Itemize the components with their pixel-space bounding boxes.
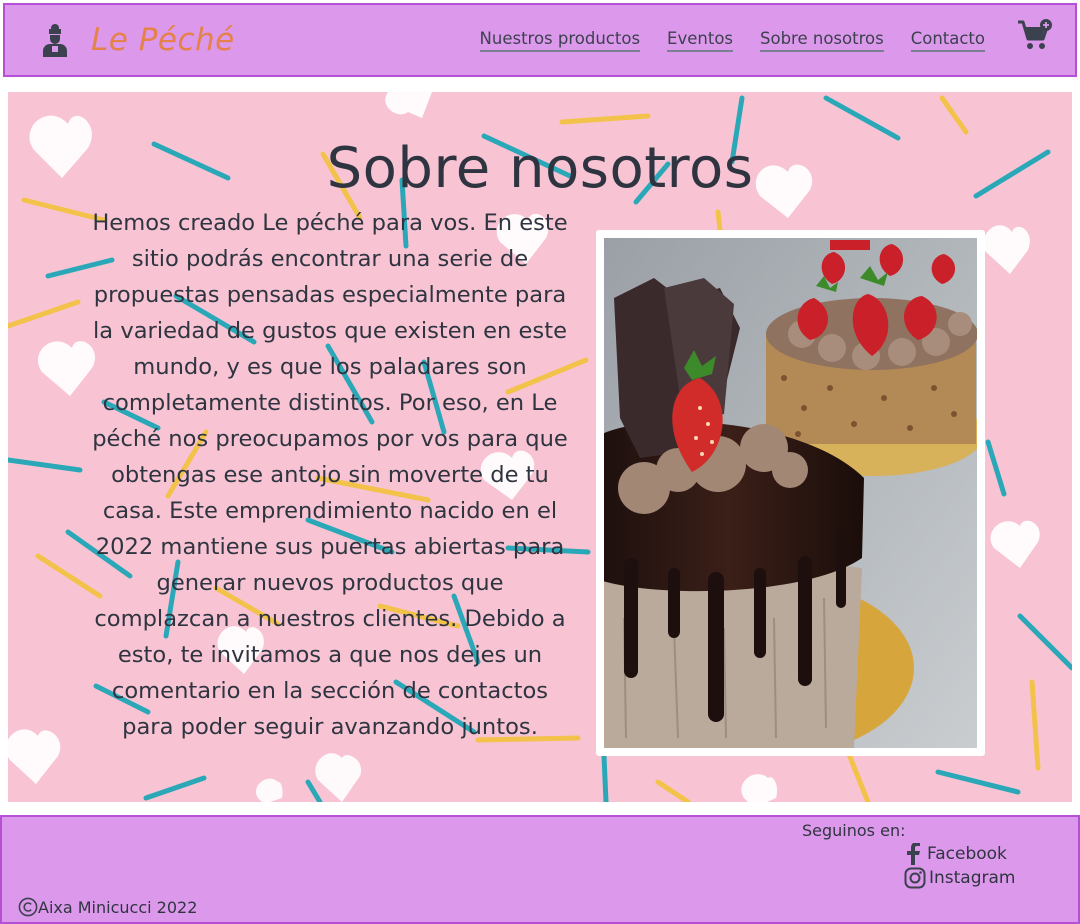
chef-icon (43, 24, 67, 57)
instagram-icon (904, 867, 926, 889)
site-header: Le Péché Nuestros productos Eventos Sobr… (3, 3, 1077, 77)
instagram-link[interactable]: Instagram (904, 867, 1016, 889)
copyright-text: Aixa Minicucci 2022 (38, 897, 198, 917)
copyright: Aixa Minicucci 2022 (18, 897, 197, 917)
site-footer: Seguinos en: Facebook Instagram Aixa Min… (0, 815, 1080, 924)
follow-label: Seguinos en: (802, 821, 906, 840)
about-paragraph: Hemos creado Le péché para vos. En este … (92, 210, 568, 740)
cake-photo-frame (596, 230, 985, 756)
instagram-label: Instagram (929, 868, 1016, 888)
main-nav: Nuestros productos Eventos Sobre nosotro… (479, 29, 985, 52)
facebook-icon (907, 843, 920, 865)
nav-link-sobre-nosotros[interactable]: Sobre nosotros (760, 29, 884, 52)
cake-photo (604, 238, 977, 748)
copyright-icon (18, 897, 38, 917)
about-section: Sobre nosotros Hemos creado Le péché par… (8, 92, 1072, 802)
page-title: Sobre nosotros (326, 136, 754, 201)
nav-link-contacto[interactable]: Contacto (910, 29, 985, 52)
nav-link-productos[interactable]: Nuestros productos (479, 29, 641, 52)
brand-name: Le Péché (91, 22, 235, 58)
logo[interactable]: Le Péché (41, 22, 235, 58)
facebook-link[interactable]: Facebook (904, 843, 1007, 865)
facebook-label: Facebook (927, 844, 1007, 864)
cart-add-icon[interactable] (1017, 18, 1053, 52)
nav-link-eventos[interactable]: Eventos (667, 29, 734, 52)
